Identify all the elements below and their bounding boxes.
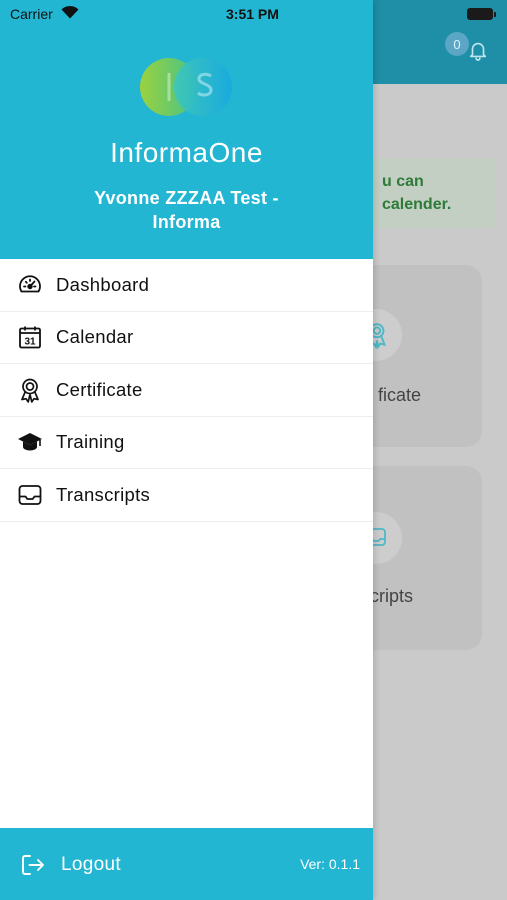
card-label-certificate: ficate bbox=[378, 385, 422, 405]
battery-icon bbox=[467, 8, 496, 20]
menu-label-transcripts: Transcripts bbox=[56, 483, 151, 505]
informa-logo-icon bbox=[140, 58, 232, 116]
graduation-cap-icon bbox=[17, 429, 43, 455]
menu-item-certificate[interactable]: Certificate bbox=[0, 364, 373, 417]
menu-label-training: Training bbox=[56, 431, 125, 453]
logout-button[interactable]: Logout bbox=[20, 852, 121, 878]
logout-label: Logout bbox=[61, 854, 121, 875]
wifi-icon bbox=[61, 5, 79, 19]
menu-label-calendar: Calendar bbox=[56, 326, 134, 348]
menu-label-dashboard: Dashboard bbox=[56, 273, 150, 295]
logout-icon bbox=[20, 852, 46, 878]
menu-item-transcripts[interactable]: Transcripts bbox=[0, 469, 373, 522]
calendar-icon: 31 bbox=[17, 324, 43, 350]
user-name: Yvonne ZZZAA Test - Informa bbox=[94, 188, 279, 232]
carrier-label: Carrier bbox=[10, 6, 53, 22]
bell-icon[interactable] bbox=[467, 38, 489, 62]
menu-item-training[interactable]: Training bbox=[0, 417, 373, 469]
status-clock: 3:51 PM bbox=[226, 6, 279, 22]
card-label-transcripts: cripts bbox=[370, 586, 414, 606]
drawer-menu: Dashboard 31 Calendar Certificate Traini… bbox=[0, 259, 373, 522]
speedometer-icon bbox=[17, 272, 43, 298]
notice-line-2: calender. bbox=[382, 196, 452, 213]
drawer-header: Carrier 3:51 PM InformaOne Yvonne ZZZAA … bbox=[0, 0, 373, 259]
menu-label-certificate: Certificate bbox=[56, 378, 143, 400]
navigation-drawer: Carrier 3:51 PM InformaOne Yvonne ZZZAA … bbox=[0, 0, 373, 900]
app-name: InformaOne bbox=[110, 137, 263, 168]
drawer-footer: Logout Ver: 0.1.1 bbox=[0, 828, 373, 900]
award-ribbon-icon bbox=[17, 377, 43, 403]
inbox-tray-icon bbox=[17, 482, 43, 508]
notice-line-1: u can bbox=[382, 173, 424, 190]
menu-item-calendar[interactable]: 31 Calendar bbox=[0, 312, 373, 364]
notification-badge: 0 bbox=[445, 32, 469, 56]
status-bar: Carrier 3:51 PM bbox=[0, 0, 373, 28]
menu-item-dashboard[interactable]: Dashboard bbox=[0, 259, 373, 312]
app-version: Ver: 0.1.1 bbox=[300, 856, 360, 872]
calendar-icon-day: 31 bbox=[24, 337, 36, 348]
